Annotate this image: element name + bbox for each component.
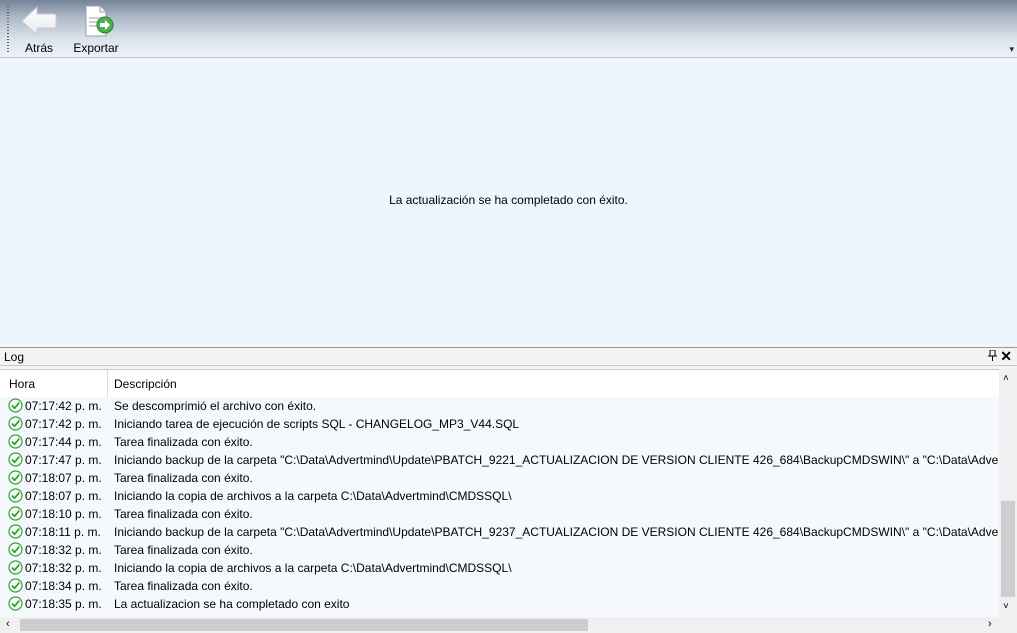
table-row[interactable]: 07:17:47 p. m. Iniciando backup de la car… bbox=[0, 451, 999, 469]
toolbar-grip[interactable] bbox=[7, 6, 9, 54]
table-row[interactable]: 07:18:32 p. m. Iniciando la copia de arch… bbox=[0, 559, 999, 577]
scroll-right-icon[interactable]: › bbox=[988, 618, 992, 630]
table-row[interactable]: 07:18:11 p. m. Iniciando backup de la car… bbox=[0, 523, 999, 541]
vertical-scroll-thumb[interactable] bbox=[1001, 501, 1015, 597]
log-description: Iniciando la copia de archivos a la carp… bbox=[114, 489, 512, 503]
log-column-header: Hora Descripción bbox=[0, 370, 999, 397]
scroll-left-icon[interactable]: ‹ bbox=[6, 618, 10, 630]
log-time: 07:18:35 p. m. bbox=[25, 597, 102, 611]
export-document-icon bbox=[85, 5, 114, 37]
log-time: 07:18:32 p. m. bbox=[25, 561, 102, 575]
log-description: Iniciando tarea de ejecución de scripts … bbox=[114, 417, 520, 431]
check-circle-icon bbox=[8, 596, 23, 611]
check-circle-icon bbox=[8, 416, 23, 431]
log-time: 07:18:10 p. m. bbox=[25, 507, 102, 521]
log-description: Tarea finalizada con éxito. bbox=[114, 507, 253, 521]
log-time: 07:17:44 p. m. bbox=[25, 435, 102, 449]
vertical-scrollbar[interactable]: ˄ ˅ bbox=[999, 369, 1017, 617]
pin-icon[interactable] bbox=[988, 349, 997, 364]
table-row[interactable]: 07:17:42 p. m. Iniciando tarea de ejecuci… bbox=[0, 415, 999, 433]
check-circle-icon bbox=[8, 434, 23, 449]
column-divider[interactable] bbox=[107, 370, 108, 397]
close-icon[interactable]: ✕ bbox=[1000, 348, 1012, 365]
log-description: Tarea finalizada con éxito. bbox=[114, 579, 253, 593]
export-button[interactable]: Exportar bbox=[68, 4, 124, 55]
scroll-down-icon[interactable]: ˅ bbox=[1003, 601, 1009, 612]
log-description: Se descomprimió el archivo con éxito. bbox=[114, 399, 317, 413]
column-header-hora[interactable]: Hora bbox=[9, 377, 35, 391]
log-description: Tarea finalizada con éxito. bbox=[114, 435, 253, 449]
chevron-down-icon: ▾ bbox=[1009, 44, 1014, 54]
horizontal-scroll-thumb[interactable] bbox=[20, 619, 588, 631]
table-row[interactable]: 07:18:07 p. m. Tarea finalizada con éxito… bbox=[0, 469, 999, 487]
log-panel-header: Log ✕ bbox=[0, 347, 1017, 366]
log-time: 07:17:42 p. m. bbox=[25, 417, 102, 431]
log-description: Iniciando backup de la carpeta "C:\Data\… bbox=[114, 453, 999, 467]
log-time: 07:18:07 p. m. bbox=[25, 489, 102, 503]
check-circle-icon bbox=[8, 560, 23, 575]
table-row[interactable]: 07:18:35 p. m. La actualizacion se ha com… bbox=[0, 595, 999, 613]
log-description: La actualizacion se ha completado con ex… bbox=[114, 597, 350, 611]
log-time: 07:17:42 p. m. bbox=[25, 399, 102, 413]
log-grid: Hora Descripción 07:17:42 p. m. Se descom… bbox=[0, 369, 1017, 617]
arrow-left-icon bbox=[21, 5, 57, 37]
check-circle-icon bbox=[8, 524, 23, 539]
log-time: 07:18:32 p. m. bbox=[25, 543, 102, 557]
log-description: Iniciando la copia de archivos a la carp… bbox=[114, 561, 512, 575]
export-label: Exportar bbox=[73, 41, 119, 55]
check-circle-icon bbox=[8, 542, 23, 557]
status-message: La actualización se ha completado con éx… bbox=[389, 193, 628, 207]
check-circle-icon bbox=[8, 488, 23, 503]
log-description: Iniciando backup de la carpeta "C:\Data\… bbox=[114, 525, 999, 539]
table-row[interactable]: 07:18:32 p. m. Tarea finalizada con éxito… bbox=[0, 541, 999, 559]
toolbar: Atrás Exportar ▾ bbox=[0, 0, 1017, 58]
check-circle-icon bbox=[8, 578, 23, 593]
table-row[interactable]: 07:17:44 p. m. Tarea finalizada con éxito… bbox=[0, 433, 999, 451]
log-time: 07:18:11 p. m. bbox=[25, 525, 101, 539]
log-rows: 07:17:42 p. m. Se descomprimió el archivo… bbox=[0, 397, 999, 617]
table-row[interactable]: 07:17:42 p. m. Se descomprimió el archivo… bbox=[0, 397, 999, 415]
log-description: Tarea finalizada con éxito. bbox=[114, 471, 253, 485]
check-circle-icon bbox=[8, 398, 23, 413]
log-title: Log bbox=[4, 350, 25, 364]
back-label: Atrás bbox=[24, 41, 53, 55]
column-header-descripcion[interactable]: Descripción bbox=[114, 377, 177, 391]
horizontal-scrollbar[interactable]: ‹ › bbox=[0, 617, 1017, 633]
check-circle-icon bbox=[8, 506, 23, 521]
log-description: Tarea finalizada con éxito. bbox=[114, 543, 253, 557]
log-time: 07:18:07 p. m. bbox=[25, 471, 102, 485]
check-circle-icon bbox=[8, 470, 23, 485]
main-panel: La actualización se ha completado con éx… bbox=[0, 58, 1017, 347]
table-row[interactable]: 07:18:34 p. m. Tarea finalizada con éxito… bbox=[0, 577, 999, 595]
log-time: 07:17:47 p. m. bbox=[25, 453, 102, 467]
back-button[interactable]: Atrás bbox=[18, 4, 60, 55]
table-row[interactable]: 07:18:10 p. m. Tarea finalizada con éxito… bbox=[0, 505, 999, 523]
table-row[interactable]: 07:18:07 p. m. Iniciando la copia de arch… bbox=[0, 487, 999, 505]
log-time: 07:18:34 p. m. bbox=[25, 579, 102, 593]
check-circle-icon bbox=[8, 452, 23, 467]
toolbar-overflow-button[interactable]: ▾ bbox=[1009, 44, 1014, 55]
scroll-up-icon[interactable]: ˄ bbox=[1003, 373, 1009, 384]
